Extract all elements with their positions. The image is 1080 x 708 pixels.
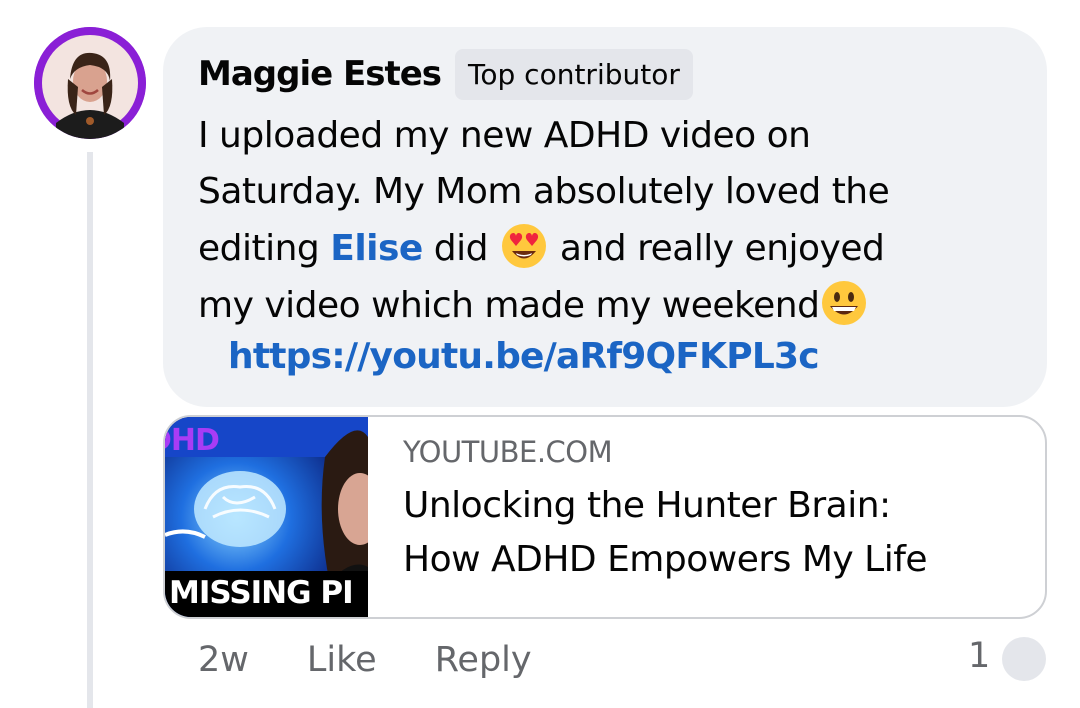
comment-header: Maggie Estes Top contributor xyxy=(198,46,693,102)
thumbnail-caption: MISSING PI xyxy=(169,575,354,611)
link-preview-meta: YOUTUBE.COM Unlocking the Hunter Brain: … xyxy=(403,435,928,587)
comment-text-fragment: editing xyxy=(198,228,331,269)
comment-line: Saturday. My Mom absolutely loved the xyxy=(198,171,890,212)
reaction-icon[interactable] xyxy=(1002,637,1046,681)
link-title[interactable]: Unlocking the Hunter Brain: How ADHD Emp… xyxy=(403,479,928,587)
link-preview-card[interactable]: DHD MISSING PI YOUTUBE.COM Unlocking the… xyxy=(163,415,1047,619)
reply-button[interactable]: Reply xyxy=(435,640,532,680)
comment-thread: Maggie Estes Top contributor I uploaded … xyxy=(0,0,1080,708)
video-thumbnail[interactable]: DHD MISSING PI xyxy=(165,417,368,617)
mention-link[interactable]: Elise xyxy=(330,228,423,269)
like-button[interactable]: Like xyxy=(307,640,377,680)
link-domain: YOUTUBE.COM xyxy=(403,435,613,469)
link-title-line: How ADHD Empowers My Life xyxy=(403,539,928,580)
reaction-count[interactable]: 1 xyxy=(968,636,990,676)
comment-actions: 2w Like Reply xyxy=(198,632,532,688)
video-link[interactable]: https://youtu.be/aRf9QFKPL3c xyxy=(228,336,820,377)
thumbnail-title-text: DHD xyxy=(165,423,220,458)
link-title-line: Unlocking the Hunter Brain: xyxy=(403,485,891,526)
comment-line: I uploaded my new ADHD video on xyxy=(198,115,811,156)
grinning-emoji-icon xyxy=(819,277,869,327)
comment-line: editing Elise did and really enjoyed xyxy=(198,220,1028,277)
author-name[interactable]: Maggie Estes xyxy=(198,54,442,94)
comment-text: I uploaded my new ADHD video on Saturday… xyxy=(198,108,1028,334)
comment-line: my video which made my weekend xyxy=(198,277,1028,334)
top-contributor-badge[interactable]: Top contributor xyxy=(455,48,693,100)
avatar[interactable] xyxy=(34,27,146,139)
comment-text-fragment: my video which made my weekend xyxy=(198,285,820,326)
comment-timestamp[interactable]: 2w xyxy=(198,640,249,680)
thread-line xyxy=(87,152,93,708)
comment-text-fragment: did xyxy=(422,228,499,269)
comment-text-fragment: and really enjoyed xyxy=(548,228,885,269)
heart-eyes-emoji-icon xyxy=(499,220,549,270)
avatar-photo xyxy=(34,27,146,139)
